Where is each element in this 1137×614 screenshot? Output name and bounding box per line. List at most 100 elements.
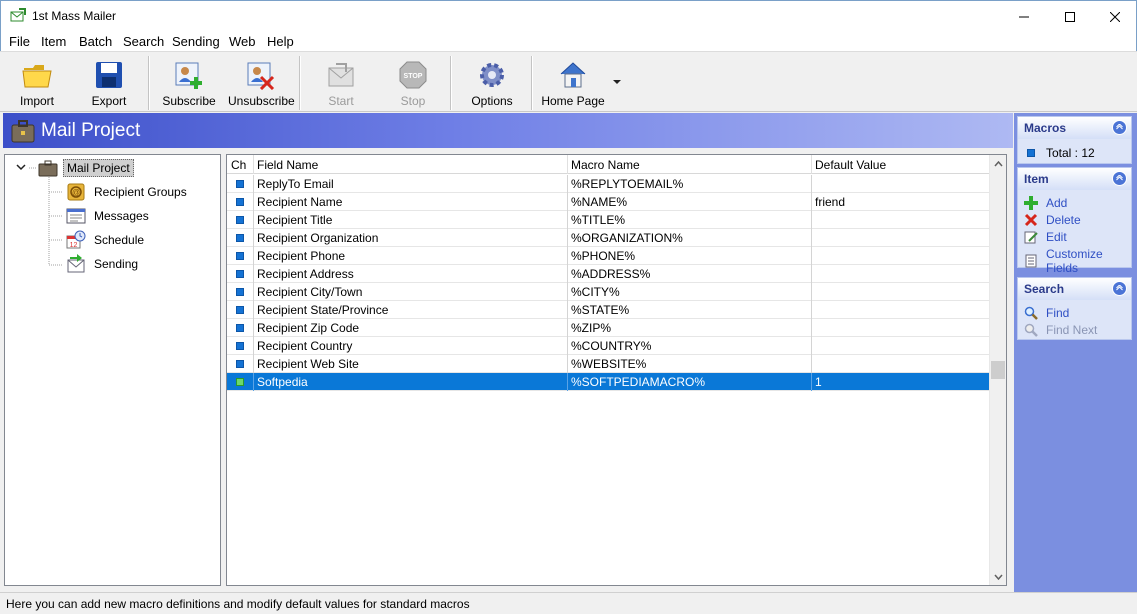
- edit-link[interactable]: Edit: [1024, 228, 1067, 245]
- table-row[interactable]: Recipient Web Site %WEBSITE%: [227, 355, 989, 373]
- table-row[interactable]: Recipient Name %NAME% friend: [227, 193, 989, 211]
- import-label: Import: [19, 94, 54, 108]
- cell-default-value[interactable]: [815, 301, 985, 319]
- table-row[interactable]: Softpedia %SOFTPEDIAMACRO% 1: [227, 373, 989, 391]
- subscribe-icon: [175, 62, 202, 89]
- table-row[interactable]: Recipient City/Town %CITY%: [227, 283, 989, 301]
- export-button[interactable]: Export: [78, 55, 140, 111]
- unsubscribe-button[interactable]: Unsubscribe: [228, 55, 295, 111]
- menu-sending[interactable]: Sending: [172, 34, 220, 49]
- row-check-icon[interactable]: [236, 180, 244, 188]
- customize-fields-link[interactable]: Customize Fields: [1024, 247, 1131, 275]
- close-button[interactable]: [1092, 1, 1137, 32]
- find-next-link[interactable]: Find Next: [1024, 321, 1097, 338]
- menu-help[interactable]: Help: [267, 34, 294, 49]
- cell-default-value[interactable]: [815, 283, 985, 301]
- table-row[interactable]: Recipient State/Province %STATE%: [227, 301, 989, 319]
- tree-item-recipient-groups[interactable]: @ Recipient Groups: [65, 182, 190, 202]
- unsubscribe-icon: [247, 62, 275, 90]
- task-pane: Macros Total : 12 Item Add Delete Edit C…: [1014, 113, 1137, 592]
- cell-default-value[interactable]: [815, 265, 985, 283]
- cell-field-name: ReplyTo Email: [257, 177, 334, 191]
- status-text: Here you can add new macro definitions a…: [6, 597, 470, 611]
- cell-default-value[interactable]: friend: [815, 193, 985, 211]
- add-link[interactable]: Add: [1024, 194, 1067, 211]
- row-check-icon[interactable]: [236, 342, 244, 350]
- row-check-icon[interactable]: [236, 216, 244, 224]
- table-row[interactable]: Recipient Country %COUNTRY%: [227, 337, 989, 355]
- options-button[interactable]: Options: [462, 55, 522, 111]
- home-page-button[interactable]: Home Page: [540, 55, 606, 111]
- col-header-macro-name[interactable]: Macro Name: [571, 158, 640, 172]
- menu-web[interactable]: Web: [229, 34, 256, 49]
- start-button[interactable]: Start: [312, 55, 370, 111]
- macro-grid[interactable]: Ch Field Name Macro Name Default Value R…: [226, 154, 1007, 586]
- table-row[interactable]: Recipient Phone %PHONE%: [227, 247, 989, 265]
- cell-default-value[interactable]: [815, 229, 985, 247]
- import-button[interactable]: Import: [6, 55, 68, 111]
- collapse-icon[interactable]: [1112, 171, 1127, 186]
- stop-button[interactable]: STOP Stop: [384, 55, 442, 111]
- vertical-scrollbar[interactable]: [989, 155, 1006, 585]
- options-label: Options: [471, 94, 513, 108]
- find-link[interactable]: Find: [1024, 304, 1069, 321]
- cell-default-value[interactable]: [815, 247, 985, 265]
- tree-item-mail-project[interactable]: Mail Project: [37, 158, 134, 178]
- cell-default-value[interactable]: [815, 211, 985, 229]
- cell-default-value[interactable]: 1: [815, 373, 985, 391]
- cell-default-value[interactable]: [815, 355, 985, 373]
- search-group-header[interactable]: Search: [1018, 278, 1131, 300]
- cell-macro-name: %STATE%: [571, 303, 630, 317]
- scroll-thumb[interactable]: [991, 361, 1005, 379]
- table-row[interactable]: Recipient Title %TITLE%: [227, 211, 989, 229]
- collapse-icon[interactable]: [1112, 281, 1127, 296]
- cell-default-value[interactable]: [815, 319, 985, 337]
- row-check-icon[interactable]: [236, 378, 244, 386]
- table-row[interactable]: Recipient Organization %ORGANIZATION%: [227, 229, 989, 247]
- row-check-icon[interactable]: [236, 324, 244, 332]
- tree-item-sending[interactable]: Sending: [65, 254, 141, 274]
- col-header-default-value[interactable]: Default Value: [815, 158, 886, 172]
- menu-file[interactable]: File: [9, 34, 30, 49]
- send-mail-icon: [67, 254, 85, 273]
- cell-field-name: Recipient Zip Code: [257, 321, 360, 335]
- row-check-icon[interactable]: [236, 234, 244, 242]
- row-check-icon[interactable]: [236, 288, 244, 296]
- minimize-button[interactable]: [1001, 1, 1047, 32]
- table-row[interactable]: ReplyTo Email %REPLYTOEMAIL%: [227, 175, 989, 193]
- tree-item-schedule[interactable]: 12 Schedule: [65, 230, 147, 250]
- cell-field-name: Recipient Address: [257, 267, 354, 281]
- cell-default-value[interactable]: [815, 337, 985, 355]
- row-check-icon[interactable]: [236, 360, 244, 368]
- cell-macro-name: %TITLE%: [571, 213, 626, 227]
- delete-link[interactable]: Delete: [1024, 211, 1081, 228]
- stop-label: Stop: [400, 94, 426, 108]
- chevron-down-icon[interactable]: [613, 80, 621, 85]
- col-header-ch[interactable]: Ch: [231, 158, 246, 172]
- row-check-icon[interactable]: [236, 306, 244, 314]
- scroll-down-button[interactable]: [990, 568, 1006, 585]
- macros-total: Total : 12: [1024, 144, 1095, 161]
- macros-group-header[interactable]: Macros: [1018, 117, 1131, 139]
- edit-label: Edit: [1046, 229, 1067, 244]
- maximize-button[interactable]: [1047, 1, 1093, 32]
- col-header-field-name[interactable]: Field Name: [257, 158, 318, 172]
- menu-item[interactable]: Item: [41, 34, 66, 49]
- subscribe-button[interactable]: Subscribe: [158, 55, 220, 111]
- collapse-icon[interactable]: [1112, 120, 1127, 135]
- cell-default-value[interactable]: [815, 175, 985, 193]
- scroll-up-button[interactable]: [990, 155, 1006, 172]
- chevron-up-icon: [993, 160, 1003, 166]
- cell-field-name: Recipient Web Site: [257, 357, 359, 371]
- table-row[interactable]: Recipient Zip Code %ZIP%: [227, 319, 989, 337]
- menu-batch[interactable]: Batch: [79, 34, 112, 49]
- tree-item-messages[interactable]: Messages: [65, 206, 152, 226]
- item-group-header[interactable]: Item: [1018, 168, 1131, 190]
- table-row[interactable]: Recipient Address %ADDRESS%: [227, 265, 989, 283]
- menu-search[interactable]: Search: [123, 34, 164, 49]
- project-tree[interactable]: Mail Project @ Recipient Groups Messages…: [4, 154, 221, 586]
- row-check-icon[interactable]: [236, 198, 244, 206]
- row-check-icon[interactable]: [236, 270, 244, 278]
- row-check-icon[interactable]: [236, 252, 244, 260]
- collapse-chevron-icon[interactable]: [16, 164, 26, 171]
